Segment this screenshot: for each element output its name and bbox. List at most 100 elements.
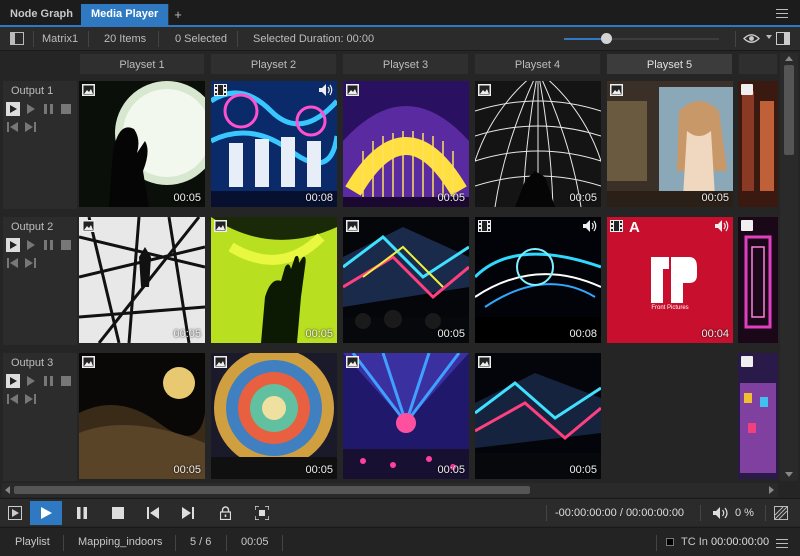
skip-forward-icon[interactable] <box>25 122 36 132</box>
next-button[interactable] <box>171 501 203 525</box>
skip-forward-icon[interactable] <box>25 394 36 404</box>
tab-media-player[interactable]: Media Player <box>81 4 170 25</box>
duration-label: 00:05 <box>437 464 465 476</box>
play-outline-icon[interactable] <box>6 102 20 116</box>
empty-cell[interactable] <box>607 353 733 479</box>
media-cell[interactable]: 00:05 <box>475 81 601 207</box>
previous-button[interactable] <box>136 501 168 525</box>
stop-icon[interactable] <box>61 240 71 250</box>
playlist-label: Playlist <box>15 536 50 548</box>
media-cell[interactable]: 00:05 <box>79 353 205 479</box>
pause-button[interactable] <box>66 501 98 525</box>
stop-icon[interactable] <box>61 104 71 114</box>
vertical-scrollbar[interactable] <box>780 53 798 481</box>
media-cell[interactable]: 00:05 <box>343 217 469 343</box>
skip-back-icon[interactable] <box>7 258 18 268</box>
chevron-down-icon[interactable] <box>766 35 772 40</box>
playset-header-6[interactable] <box>738 53 778 75</box>
film-icon <box>610 220 623 232</box>
horizontal-scrollbar[interactable] <box>2 483 778 497</box>
playset-header-2[interactable]: Playset 2 <box>210 53 337 75</box>
media-cell[interactable]: A Front Pictures 00:04 <box>607 217 733 343</box>
media-player-app: { "tabs": [ {"label": "Node Graph", "act… <box>0 0 800 556</box>
media-cell[interactable] <box>738 81 778 207</box>
skip-forward-icon[interactable] <box>25 258 36 268</box>
play-button[interactable] <box>30 501 62 525</box>
panel-toggle-icon[interactable] <box>776 32 790 45</box>
vertical-scroll-thumb[interactable] <box>784 65 794 155</box>
skip-back-icon[interactable] <box>7 394 18 404</box>
status-menu-icon[interactable] <box>776 539 788 551</box>
tab-node-graph[interactable]: Node Graph <box>0 4 84 25</box>
film-icon <box>214 84 227 96</box>
playset-header-3[interactable]: Playset 3 <box>342 53 469 75</box>
volume-value[interactable]: 0 % <box>735 501 754 525</box>
play-outline-icon[interactable] <box>6 374 20 388</box>
playlist-name[interactable]: Mapping_indoors <box>78 528 162 556</box>
pause-icon[interactable] <box>44 376 53 386</box>
fit-button[interactable] <box>245 501 277 525</box>
image-icon <box>741 84 753 95</box>
media-thumbnail <box>79 81 205 207</box>
media-thumbnail <box>607 217 733 343</box>
output-label: Output 1 <box>11 85 54 97</box>
lock-button[interactable] <box>209 501 241 525</box>
duration-label: 00:05 <box>305 464 333 476</box>
grid-toggle-icon[interactable] <box>774 506 788 520</box>
matrix-selector[interactable]: Matrix1 <box>42 27 78 51</box>
media-cell[interactable]: 00:05 <box>343 353 469 479</box>
play-icon[interactable] <box>27 376 35 386</box>
play-outline-icon[interactable] <box>6 238 20 252</box>
playlist-position: 5 / 6 <box>190 536 212 548</box>
media-cell[interactable] <box>738 353 778 479</box>
tc-in-value[interactable]: 00:00:00:00 <box>711 528 769 556</box>
zoom-slider[interactable] <box>564 33 719 44</box>
logo-caption: Front Pictures <box>651 305 689 311</box>
pause-icon[interactable] <box>44 104 53 114</box>
playset-header-1[interactable]: Playset 1 <box>79 53 205 75</box>
lock-icon <box>220 506 231 520</box>
playset-header-4[interactable]: Playset 4 <box>474 53 601 75</box>
media-thumbnail <box>475 353 601 479</box>
play-outline-button[interactable] <box>0 501 32 525</box>
media-cell[interactable] <box>738 217 778 343</box>
media-cell[interactable]: 00:05 <box>475 353 601 479</box>
media-cell[interactable]: 00:05 <box>79 81 205 207</box>
play-icon[interactable] <box>27 240 35 250</box>
sidebar-toggle-icon[interactable] <box>10 32 24 45</box>
play-outline-icon <box>8 506 22 520</box>
media-thumbnail <box>211 81 337 207</box>
status-bar: Playlist Mapping_indoors 5 / 6 00:05 TC … <box>0 527 800 556</box>
playset-header-5[interactable]: Playset 5 <box>606 53 733 75</box>
fit-screen-icon <box>255 506 269 520</box>
alpha-label: A <box>629 219 640 236</box>
skip-back-icon[interactable] <box>7 122 18 132</box>
stop-button[interactable] <box>101 501 133 525</box>
pause-icon[interactable] <box>44 240 53 250</box>
media-cell[interactable]: 00:05 <box>343 81 469 207</box>
tab-bar: Node Graph Media Player + <box>0 0 800 27</box>
stop-icon[interactable] <box>61 376 71 386</box>
media-cell[interactable]: 00:05 <box>607 81 733 207</box>
add-tab-button[interactable]: + <box>168 4 188 25</box>
speaker-icon <box>319 84 333 96</box>
media-cell[interactable]: 00:05 <box>211 217 337 343</box>
media-cell[interactable]: 00:08 <box>211 81 337 207</box>
media-cell[interactable]: 00:05 <box>79 217 205 343</box>
eye-icon[interactable] <box>743 33 760 44</box>
media-cell[interactable]: 00:08 <box>475 217 601 343</box>
play-icon[interactable] <box>27 104 35 114</box>
menu-icon[interactable] <box>776 9 788 21</box>
media-cell[interactable]: 00:05 <box>211 353 337 479</box>
horizontal-scroll-thumb[interactable] <box>14 486 530 494</box>
zoom-slider-handle[interactable] <box>600 33 612 44</box>
volume-icon[interactable] <box>713 507 729 519</box>
skip-forward-icon <box>182 507 194 519</box>
media-thumbnail <box>343 217 469 343</box>
tc-in-label: TC In <box>681 536 708 548</box>
media-thumbnail <box>79 217 205 343</box>
film-icon <box>478 220 491 232</box>
tc-in-checkbox[interactable] <box>666 538 674 546</box>
duration-label: 00:05 <box>569 464 597 476</box>
pause-icon <box>77 507 87 519</box>
